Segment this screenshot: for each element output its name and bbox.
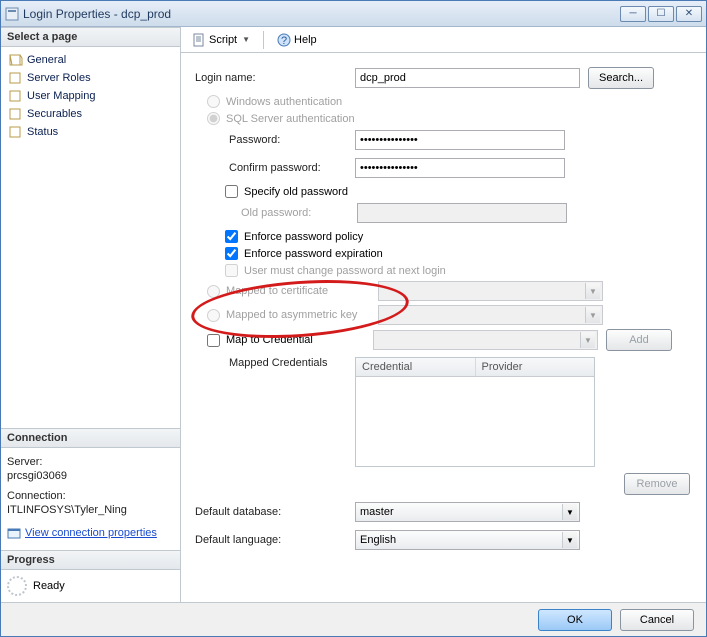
enforce-policy-label: Enforce password policy xyxy=(244,231,363,243)
connection-label: Connection: xyxy=(7,490,174,502)
chevron-down-icon: ▼ xyxy=(562,532,577,548)
add-button: Add xyxy=(606,329,672,351)
specify-old-password-label: Specify old password xyxy=(244,186,348,198)
connection-value: ITLINFOSYS\Tyler_Ning xyxy=(7,504,174,516)
page-label: Securables xyxy=(27,108,82,120)
must-change-checkbox xyxy=(225,264,238,277)
login-name-input[interactable] xyxy=(355,68,580,88)
bottom-bar: OK Cancel xyxy=(1,602,706,636)
col-provider: Provider xyxy=(476,358,595,376)
old-password-input xyxy=(357,203,567,223)
page-icon xyxy=(9,107,23,121)
specify-old-password-checkbox[interactable] xyxy=(225,185,238,198)
script-icon xyxy=(192,33,206,47)
left-panel: Select a page General Server Roles User … xyxy=(1,27,181,602)
chevron-down-icon: ▼ xyxy=(580,332,595,348)
cancel-button[interactable]: Cancel xyxy=(620,609,694,631)
windows-auth-label: Windows authentication xyxy=(226,96,342,108)
page-icon xyxy=(9,53,23,67)
search-button[interactable]: Search... xyxy=(588,67,654,89)
chevron-down-icon: ▼ xyxy=(585,283,600,299)
cert-combo: ▼ xyxy=(378,281,603,301)
map-credential-checkbox[interactable] xyxy=(207,334,220,347)
mapped-cert-label: Mapped to certificate xyxy=(226,285,372,297)
script-label: Script xyxy=(209,34,237,46)
page-icon xyxy=(9,71,23,85)
help-label: Help xyxy=(294,34,317,46)
connection-properties-icon xyxy=(7,526,21,540)
page-icon xyxy=(9,89,23,103)
form-area: Login name: Search... Windows authentica… xyxy=(181,53,706,602)
old-password-label: Old password: xyxy=(195,207,357,219)
page-label: General xyxy=(27,54,66,66)
server-value: prcsgi03069 xyxy=(7,470,174,482)
chevron-down-icon: ▼ xyxy=(242,35,250,44)
page-label: Status xyxy=(27,126,58,138)
progress-status: Ready xyxy=(1,570,180,602)
page-label: Server Roles xyxy=(27,72,91,84)
asym-combo: ▼ xyxy=(378,305,603,325)
remove-button: Remove xyxy=(624,473,690,495)
view-connection-properties-link[interactable]: View connection properties xyxy=(25,527,157,539)
confirm-password-input[interactable] xyxy=(355,158,565,178)
right-panel: Script ▼ ? Help Login name: Search... xyxy=(181,27,706,602)
progress-spinner-icon xyxy=(7,576,27,596)
page-securables[interactable]: Securables xyxy=(3,105,178,123)
select-page-header: Select a page xyxy=(1,27,180,47)
page-user-mapping[interactable]: User Mapping xyxy=(3,87,178,105)
login-name-label: Login name: xyxy=(195,72,355,84)
page-icon xyxy=(9,125,23,139)
must-change-label: User must change password at next login xyxy=(244,265,446,277)
windows-auth-radio xyxy=(207,95,220,108)
default-database-label: Default database: xyxy=(195,506,355,518)
password-label: Password: xyxy=(195,134,355,146)
page-list: General Server Roles User Mapping Secura… xyxy=(1,47,180,428)
mapped-asym-label: Mapped to asymmetric key xyxy=(226,309,372,321)
map-credential-label: Map to Credential xyxy=(226,334,373,346)
close-button[interactable]: ✕ xyxy=(676,6,702,22)
confirm-password-label: Confirm password: xyxy=(195,162,355,174)
app-icon xyxy=(5,7,19,21)
connection-info: Server: prcsgi03069 Connection: ITLINFOS… xyxy=(1,448,180,550)
mapped-asym-radio xyxy=(207,309,220,322)
default-database-combo[interactable]: master ▼ xyxy=(355,502,580,522)
mapped-cert-radio xyxy=(207,285,220,298)
default-language-value: English xyxy=(360,534,396,546)
minimize-button[interactable]: ─ xyxy=(620,6,646,22)
default-language-label: Default language: xyxy=(195,534,355,546)
server-label: Server: xyxy=(7,456,174,468)
page-general[interactable]: General xyxy=(3,51,178,69)
toolbar: Script ▼ ? Help xyxy=(181,27,706,53)
ok-button[interactable]: OK xyxy=(538,609,612,631)
sql-auth-label: SQL Server authentication xyxy=(226,113,355,125)
login-properties-window: Login Properties - dcp_prod ─ ☐ ✕ Select… xyxy=(0,0,707,637)
password-input[interactable] xyxy=(355,130,565,150)
svg-text:?: ? xyxy=(281,35,287,47)
chevron-down-icon: ▼ xyxy=(585,307,600,323)
connection-header: Connection xyxy=(1,428,180,448)
col-credential: Credential xyxy=(356,358,476,376)
page-server-roles[interactable]: Server Roles xyxy=(3,69,178,87)
script-button[interactable]: Script ▼ xyxy=(187,30,255,50)
progress-header: Progress xyxy=(1,550,180,570)
mapped-credentials-label: Mapped Credentials xyxy=(195,357,355,369)
credential-combo: ▼ xyxy=(373,330,598,350)
sql-auth-radio xyxy=(207,112,220,125)
help-button[interactable]: ? Help xyxy=(272,30,322,50)
chevron-down-icon: ▼ xyxy=(562,504,577,520)
progress-label: Ready xyxy=(33,580,65,592)
default-language-combo[interactable]: English ▼ xyxy=(355,530,580,550)
enforce-policy-checkbox[interactable] xyxy=(225,230,238,243)
credentials-table: Credential Provider xyxy=(355,357,595,467)
enforce-expiration-label: Enforce password expiration xyxy=(244,248,383,260)
enforce-expiration-checkbox[interactable] xyxy=(225,247,238,260)
page-status[interactable]: Status xyxy=(3,123,178,141)
default-database-value: master xyxy=(360,506,394,518)
help-icon: ? xyxy=(277,33,291,47)
maximize-button[interactable]: ☐ xyxy=(648,6,674,22)
titlebar: Login Properties - dcp_prod ─ ☐ ✕ xyxy=(1,1,706,27)
toolbar-divider xyxy=(263,31,264,49)
page-label: User Mapping xyxy=(27,90,95,102)
window-title: Login Properties - dcp_prod xyxy=(23,7,620,21)
